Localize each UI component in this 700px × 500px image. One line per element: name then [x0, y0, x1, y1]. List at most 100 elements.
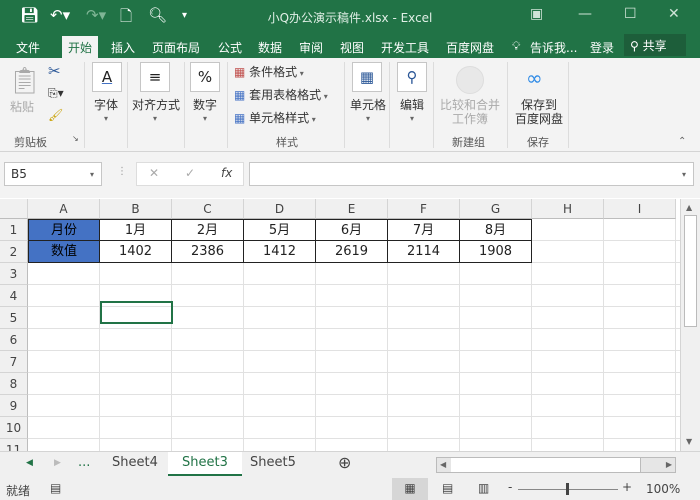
cell-B1[interactable]: 1月 — [100, 219, 172, 241]
row-header-2[interactable]: 2 — [0, 241, 28, 263]
cell-F1[interactable]: 7月 — [388, 219, 460, 241]
page-layout-view-icon[interactable]: ▤ — [442, 481, 453, 495]
group-styles: 样式 — [276, 136, 298, 149]
save-to-baidu-button[interactable]: 保存到 百度网盘 — [515, 98, 563, 126]
cell-B2[interactable]: 1402 — [100, 241, 172, 263]
spreadsheet-grid[interactable]: ABCDEFGHI 1 2 3 4 5 6 7 8 9 10 11 月份 1月 2月 5月 6月 7月 8月 数值… — [0, 199, 680, 461]
new-sheet-icon[interactable]: ⊕ — [338, 453, 351, 472]
vertical-scrollbar[interactable]: ▲ ▼ — [680, 199, 700, 451]
number-button[interactable]: 数字 — [193, 96, 217, 113]
cell-E2[interactable]: 2619 — [316, 241, 388, 263]
cell-A2[interactable]: 数值 — [28, 241, 100, 263]
horizontal-scrollbar[interactable]: ◀ ▶ — [436, 457, 676, 473]
tab-file[interactable]: 文件 — [16, 39, 40, 56]
cell-E1[interactable]: 6月 — [316, 219, 388, 241]
tab-page-layout[interactable]: 页面布局 — [152, 39, 200, 56]
row-header-7[interactable]: 7 — [0, 351, 28, 373]
cell-styles-button[interactable]: ▦ 单元格样式 ▾ — [234, 109, 316, 126]
sheet-tab-sheet4[interactable]: Sheet4 — [112, 455, 158, 470]
zoom-slider-thumb[interactable] — [566, 483, 569, 495]
tab-data[interactable]: 数据 — [258, 39, 282, 56]
close-icon[interactable]: ✕ — [668, 6, 680, 22]
format-painter-icon[interactable]: 🖌︎ — [48, 108, 63, 122]
window-title: 小Q办公演示稿件.xlsx - Excel — [267, 11, 433, 25]
horizontal-scroll-thumb[interactable] — [451, 458, 641, 472]
cancel-icon[interactable]: ✕ — [149, 166, 159, 180]
compare-merge-button[interactable]: 比较和合并 工作簿 — [440, 98, 500, 126]
collapse-ribbon-icon[interactable]: ⌃ — [678, 136, 686, 147]
copy-icon[interactable]: ⎘▾ — [48, 86, 64, 101]
column-header-B[interactable]: B — [100, 199, 172, 219]
tab-insert[interactable]: 插入 — [111, 39, 135, 56]
row-header-6[interactable]: 6 — [0, 329, 28, 351]
font-button[interactable]: 字体 — [94, 96, 118, 113]
share-button[interactable]: ⚲ 共享 — [624, 34, 686, 56]
ribbon-display-icon[interactable]: ▣ — [530, 6, 543, 22]
percent-icon: % — [190, 62, 220, 92]
scroll-left-icon[interactable]: ◀ — [26, 458, 33, 468]
cut-icon[interactable]: ✂ — [48, 62, 61, 80]
cell-G1[interactable]: 8月 — [460, 219, 532, 241]
row-header-10[interactable]: 10 — [0, 417, 28, 439]
format-as-table-button[interactable]: ▦ 套用表格格式 ▾ — [234, 86, 328, 103]
cell-C2[interactable]: 2386 — [172, 241, 244, 263]
editing-button[interactable]: 编辑 — [400, 96, 424, 113]
zoom-in-button[interactable]: + — [622, 480, 632, 494]
login-link[interactable]: 登录 — [590, 39, 614, 56]
tab-formulas[interactable]: 公式 — [218, 39, 242, 56]
sheet-tab-sheet5[interactable]: Sheet5 — [250, 455, 296, 470]
tell-me[interactable]: 告诉我... — [530, 39, 577, 56]
cell-D2[interactable]: 1412 — [244, 241, 316, 263]
cell-D1[interactable]: 5月 — [244, 219, 316, 241]
tab-home[interactable]: 开始 — [62, 36, 99, 58]
cell-A1[interactable]: 月份 — [28, 219, 100, 241]
more-sheets[interactable]: ... — [78, 455, 90, 470]
tab-developer[interactable]: 开发工具 — [381, 39, 429, 56]
maximize-icon[interactable]: ☐ — [624, 6, 637, 22]
column-header-D[interactable]: D — [244, 199, 316, 219]
tab-baidu[interactable]: 百度网盘 — [446, 39, 494, 56]
column-header-I[interactable]: I — [604, 199, 676, 219]
cell-G2[interactable]: 1908 — [460, 241, 532, 263]
scroll-right-icon[interactable]: ▶ — [54, 458, 61, 468]
cells-button[interactable]: 单元格 — [350, 96, 386, 113]
alignment-button[interactable]: 对齐方式 — [132, 96, 180, 113]
row-header-3[interactable]: 3 — [0, 263, 28, 285]
zoom-out-button[interactable]: - — [508, 480, 512, 494]
column-header-A[interactable]: A — [28, 199, 100, 219]
paste-button[interactable]: 粘贴 — [10, 98, 34, 115]
column-header-F[interactable]: F — [388, 199, 460, 219]
group-new: 新建组 — [452, 136, 485, 149]
row-header-8[interactable]: 8 — [0, 373, 28, 395]
minimize-icon[interactable]: — — [578, 6, 592, 22]
dialog-launcher-icon[interactable]: ↘ — [72, 134, 79, 143]
enter-icon[interactable]: ✓ — [185, 166, 195, 180]
insert-function-icon[interactable]: fx — [221, 166, 232, 180]
zoom-level[interactable]: 100% — [646, 482, 680, 496]
normal-view-icon[interactable]: ▦ — [392, 478, 428, 500]
row-header-9[interactable]: 9 — [0, 395, 28, 417]
vertical-scroll-thumb[interactable] — [684, 215, 697, 327]
column-header-C[interactable]: C — [172, 199, 244, 219]
column-header-G[interactable]: G — [460, 199, 532, 219]
group-clipboard: 剪贴板 — [14, 136, 47, 149]
row-header-5[interactable]: 5 — [0, 307, 28, 329]
macro-record-icon[interactable]: ▤ — [50, 481, 61, 495]
group-save: 保存 — [527, 136, 549, 149]
cell-F2[interactable]: 2114 — [388, 241, 460, 263]
column-header-H[interactable]: H — [532, 199, 604, 219]
conditional-format-button[interactable]: ▦ 条件格式 ▾ — [234, 63, 304, 80]
name-box[interactable]: B5 — [4, 162, 102, 186]
row-header-1[interactable]: 1 — [0, 219, 28, 241]
cell-C1[interactable]: 2月 — [172, 219, 244, 241]
row-header-4[interactable]: 4 — [0, 285, 28, 307]
formula-input[interactable] — [249, 162, 694, 186]
conditional-format-icon: ▦ — [234, 65, 246, 79]
grid-line — [28, 416, 680, 417]
tab-review[interactable]: 审阅 — [299, 39, 323, 56]
sheet-tab-sheet3[interactable]: Sheet3 — [168, 452, 242, 476]
column-header-E[interactable]: E — [316, 199, 388, 219]
page-break-view-icon[interactable]: ▥ — [478, 481, 489, 495]
tab-view[interactable]: 视图 — [340, 39, 364, 56]
select-all[interactable] — [0, 199, 28, 219]
